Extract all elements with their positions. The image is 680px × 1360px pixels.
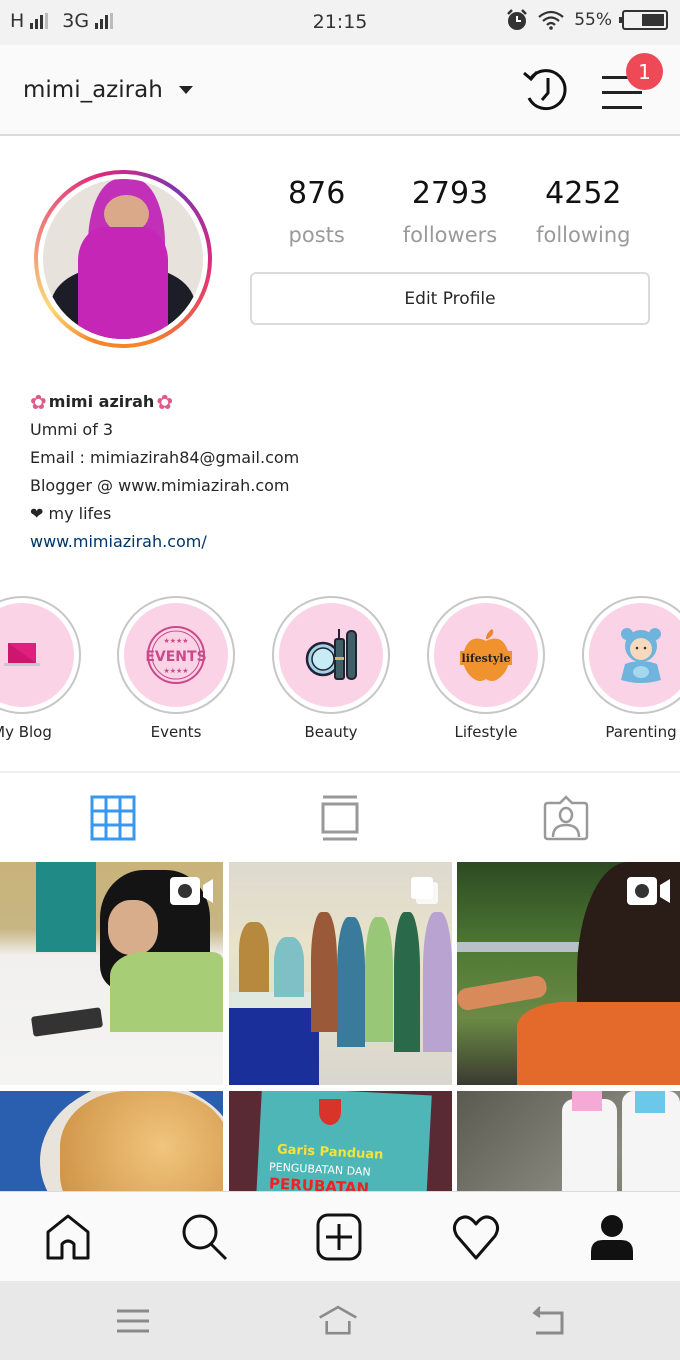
wifi-icon [538,10,564,30]
highlight-parenting[interactable]: Parenting [582,596,680,741]
highlight-events[interactable]: EVENTS ★★★★ ★★★★ Events [117,596,235,741]
multiple-photos-icon [411,877,438,904]
post-thumbnail[interactable] [0,862,223,1085]
video-icon [170,877,213,905]
bio-line: ❤ my lifes [30,500,299,528]
back-icon[interactable] [528,1303,568,1339]
laptop-icon [4,643,40,666]
display-name: mimi azirah [48,392,155,411]
highlight-lifestyle[interactable]: lifestyle Lifestyle [427,596,545,741]
battery-icon [619,10,668,30]
highlight-beauty[interactable]: Beauty [272,596,390,741]
stat-value: 2793 [411,176,489,211]
heart-icon[interactable] [451,1212,501,1262]
bottom-navigation [0,1191,680,1281]
grid-icon[interactable] [90,795,136,841]
svg-text:★★★★: ★★★★ [163,637,188,645]
profile-icon[interactable] [587,1212,637,1262]
svg-text:EVENTS: EVENTS [145,649,206,665]
avatar-photo [43,179,203,339]
edit-profile-button[interactable]: Edit Profile [250,272,650,325]
posts-grid: Garis Panduan PENGUBATAN DAN PERUBATAN [0,862,680,1192]
post-thumbnail[interactable]: Garis Panduan PENGUBATAN DAN PERUBATAN [229,1091,452,1192]
highlight-label: Parenting [605,723,677,741]
video-icon [627,877,670,905]
history-icon[interactable] [520,65,572,115]
flower-icon: ✿ [30,390,47,414]
svg-text:★★★★: ★★★★ [163,667,188,675]
display-name-row: ✿ mimi azirah ✿ [30,388,299,416]
highlight-label: Beauty [304,723,358,741]
add-post-icon[interactable] [315,1212,365,1262]
website-link[interactable]: www.mimiazirah.com/ [30,528,299,556]
bio-line: Blogger @ www.mimiazirah.com [30,476,290,495]
tagged-icon[interactable] [543,795,589,841]
bio-line: Email : mimiazirah84@gmail.com [30,448,300,467]
makeup-icon [305,629,357,680]
profile-bio: ✿ mimi azirah ✿ Ummi of 3 Email : mimiaz… [30,388,299,556]
recent-apps-icon[interactable] [113,1303,153,1339]
stat-value: 4252 [545,176,622,211]
stat-posts[interactable]: 876 posts [250,176,383,247]
username: mimi_azirah [23,77,163,103]
menu-line [602,106,642,109]
baby-icon [621,628,661,683]
svg-text:lifestyle: lifestyle [462,652,511,665]
feed-icon[interactable] [317,795,363,841]
post-thumbnail[interactable] [229,862,452,1085]
bio-text: my lifes [48,504,112,523]
post-thumbnail[interactable] [457,862,680,1085]
profile-header: mimi_azirah 1 [0,45,680,136]
events-stamp-icon: EVENTS ★★★★ ★★★★ [145,626,207,684]
highlight-label: Lifestyle [454,723,518,741]
menu-line [602,91,642,94]
system-navigation-bar [0,1281,680,1360]
alarm-icon [507,9,528,30]
home-icon[interactable] [43,1212,93,1262]
story-highlights: My Blog EVENTS ★★★★ ★★★★ Events Beau [0,596,680,746]
post-thumbnail[interactable] [457,1091,680,1192]
highlight-my-blog[interactable]: My Blog [0,596,81,741]
apple-icon: lifestyle [460,629,512,681]
stat-followers[interactable]: 2793 followers [383,176,516,247]
profile-avatar[interactable] [34,170,212,348]
post-thumbnail[interactable] [0,1091,223,1192]
home-icon[interactable] [318,1303,358,1339]
status-bar: H 3G 21:15 55% [0,0,680,45]
chevron-down-icon [178,86,193,94]
stat-value: 876 [288,176,346,211]
stat-label: posts [288,223,345,247]
profile-stats: 876 posts 2793 followers 4252 following [250,176,650,247]
profile-view-tabs [0,771,680,863]
account-switcher[interactable]: mimi_azirah [23,77,193,103]
highlight-label: Events [150,723,202,741]
bio-line: Ummi of 3 [30,420,114,439]
highlight-label: My Blog [0,723,52,741]
heart-icon: ❤ [30,504,44,523]
stat-label: following [536,223,631,247]
stat-label: followers [402,223,498,247]
stat-following[interactable]: 4252 following [517,176,650,247]
flower-icon: ✿ [156,390,174,414]
search-icon[interactable] [180,1212,230,1262]
battery-percent: 55% [574,10,612,30]
notification-badge: 1 [626,53,663,90]
